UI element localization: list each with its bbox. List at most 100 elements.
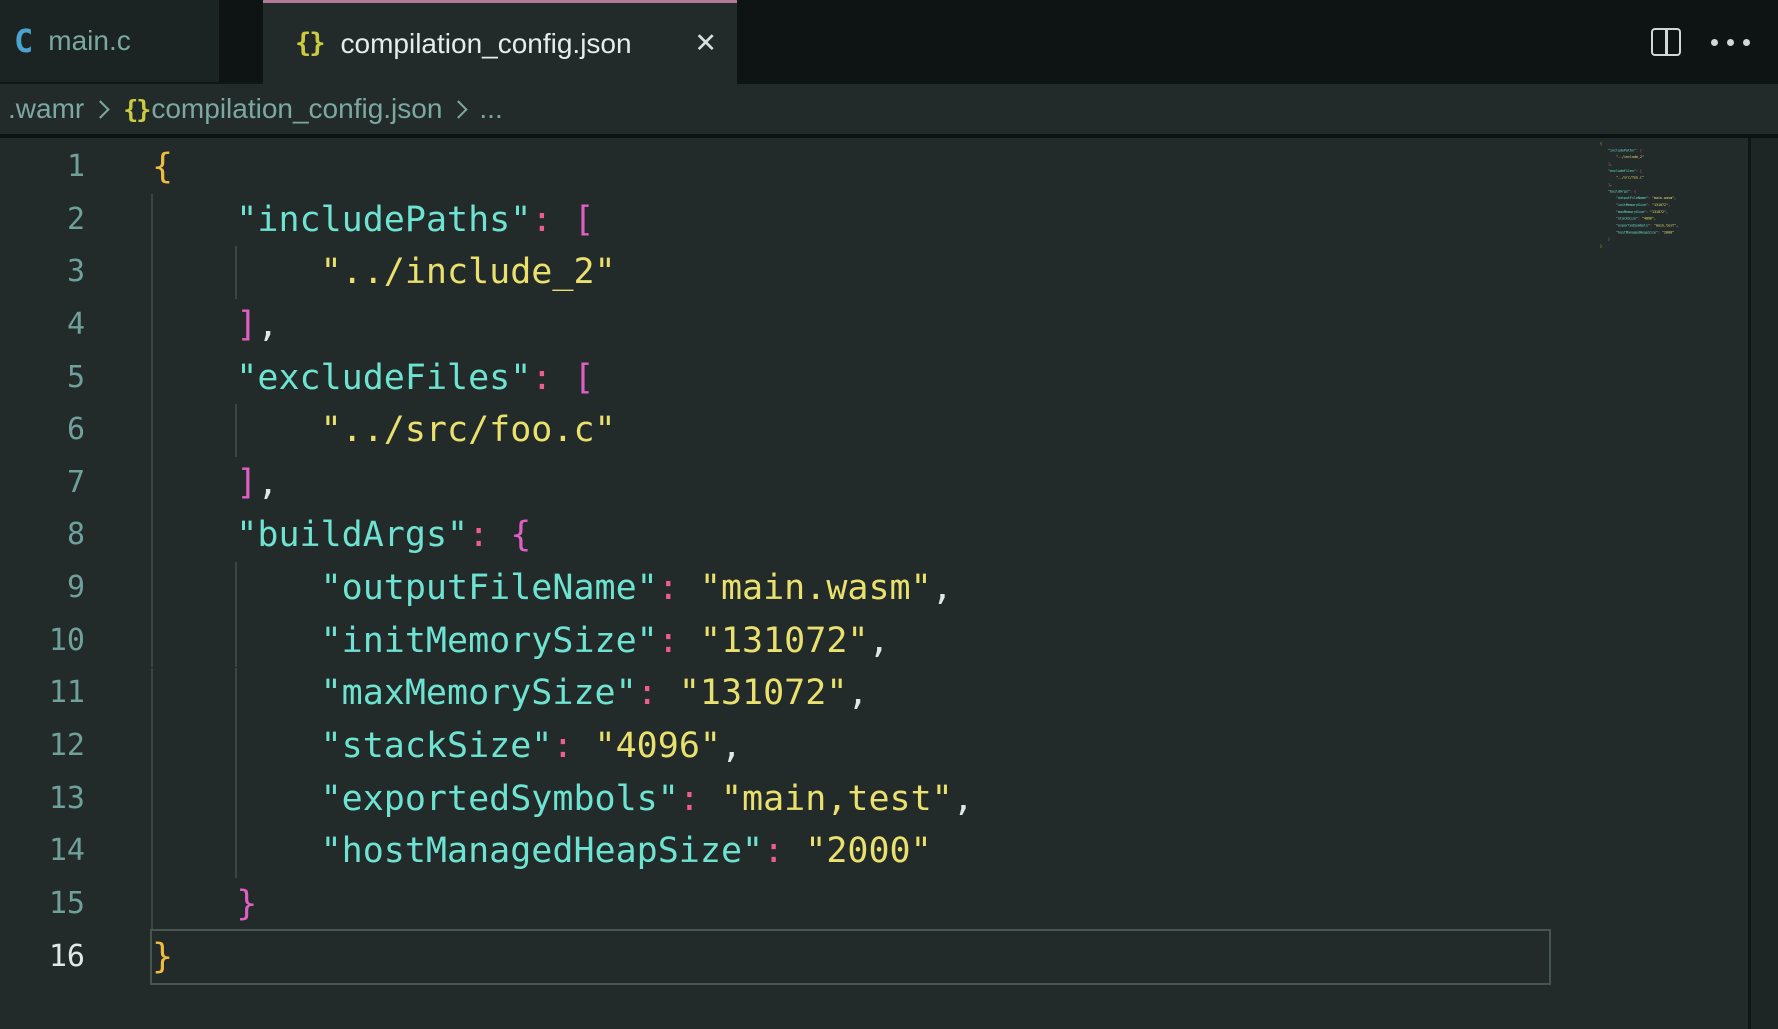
token-key: "outputFileName" [321,568,658,608]
token-ws [1600,217,1616,221]
token-key: "stackSize" [321,726,553,766]
token-b1: } [1600,244,1602,248]
minimap-line: "initMemorySize": "131072", [1600,202,1678,209]
code-line[interactable]: "outputFileName": "main.wasm", [152,562,974,615]
token-ws [152,410,321,450]
minimap-line: "exportedSymbols": "main,test", [1600,222,1678,229]
token-colon: : [531,200,552,240]
breadcrumb-more[interactable]: ... [479,93,502,125]
token-ws [1600,189,1608,193]
token-comma: , [1674,196,1676,200]
token-colon: : [679,779,700,819]
code-line[interactable]: ], [152,299,974,352]
token-key: "hostManagedHeapSize" [321,831,764,871]
token-key: "maxMemorySize" [321,673,637,713]
scrollbar[interactable] [1751,138,1778,1029]
token-comma: , [1610,183,1612,187]
token-key: "initMemorySize" [1616,203,1648,207]
token-key: "maxMemorySize" [1616,210,1646,214]
token-str: "main.wasm" [1652,196,1674,200]
code-line[interactable]: "initMemorySize": "131072", [152,615,974,668]
token-comma: , [1610,162,1612,166]
c-file-icon: C [14,22,33,60]
tab-compilation-config-json[interactable]: {} compilation_config.json ✕ [263,0,737,84]
token-key: "hostManagedHeapSize" [1616,230,1658,234]
code-line[interactable]: } [152,878,974,931]
code-line[interactable]: } [152,931,974,984]
token-ws [1600,155,1616,159]
token-key: "excludeFiles" [1608,169,1636,173]
minimap-line: "buildArgs": { [1600,188,1678,195]
tab-main-c[interactable]: C main.c [0,0,219,84]
token-ws [489,515,510,555]
minimap-line: "../src/foo.c" [1600,174,1678,181]
code-line[interactable]: "stackSize": "4096", [152,720,974,773]
token-str: "main,test" [1654,224,1676,228]
code-line[interactable]: "../src/foo.c" [152,404,974,457]
token-ws [152,673,321,713]
json-file-icon: {} [295,28,324,59]
token-comma: , [1666,210,1668,214]
line-number: 2 [0,194,85,247]
token-str: "131072" [679,673,848,713]
token-colon: : [468,515,489,555]
token-ws [658,673,679,713]
code-line[interactable]: "maxMemorySize": "131072", [152,667,974,720]
token-comma: , [1654,217,1656,221]
token-key: "outputFileName" [1616,196,1648,200]
code-area[interactable]: { "includePaths": [ "../include_2" ], "e… [152,141,974,983]
token-b2: [ [573,200,594,240]
minimap-line: { [1600,140,1678,147]
token-str: "131072" [1650,210,1666,214]
token-ws [1600,203,1616,207]
line-number: 14 [0,825,85,878]
code-line[interactable]: "includePaths": [ [152,194,974,247]
code-line[interactable]: "hostManagedHeapSize": "2000" [152,825,974,878]
token-str: "131072" [1652,203,1668,207]
token-ws [1600,237,1608,241]
close-tab-icon[interactable]: ✕ [694,30,717,57]
minimap[interactable]: { "includePaths": [ "../include_2" ], "e… [1600,140,1678,249]
line-number: 1 [0,141,85,194]
token-comma: , [1668,203,1670,207]
token-str: "main.wasm" [700,568,932,608]
token-ws [552,200,573,240]
more-actions-icon[interactable] [1711,39,1750,46]
line-number: 15 [0,878,85,931]
token-key: "initMemorySize" [321,621,658,661]
editor-pane[interactable]: 12345678910111213141516 { "includePaths"… [0,138,1778,1029]
token-str: "131072" [700,621,869,661]
token-ws [152,884,236,924]
token-str: "4096" [595,726,721,766]
minimap-line: "stackSize": "4096", [1600,215,1678,222]
token-ws [152,463,236,503]
token-key: "exportedSymbols" [321,779,679,819]
token-b2: { [1634,189,1636,193]
token-comma: , [721,726,742,766]
minimap-line: ], [1600,161,1678,168]
split-editor-icon[interactable] [1651,28,1681,56]
breadcrumb-file[interactable]: compilation_config.json [151,93,442,125]
token-ws [152,568,321,608]
line-number: 16 [0,931,85,984]
tab-label: compilation_config.json [341,28,632,60]
code-line[interactable]: "excludeFiles": [ [152,352,974,405]
line-number: 12 [0,720,85,773]
tab-bar-actions [1651,0,1778,84]
code-line[interactable]: "../include_2" [152,246,974,299]
token-colon: : [552,726,573,766]
token-b2: [ [1640,148,1642,152]
code-line[interactable]: { [152,141,974,194]
code-line[interactable]: "exportedSymbols": "main,test", [152,773,974,826]
token-colon: : [658,621,679,661]
token-ws [552,358,573,398]
token-comma: , [953,779,974,819]
code-line[interactable]: ], [152,457,974,510]
breadcrumb-folder[interactable]: .wamr [8,93,84,125]
chevron-right-icon [92,100,110,118]
line-number: 7 [0,457,85,510]
code-line[interactable]: "buildArgs": { [152,509,974,562]
minimap-line: "../include_2" [1600,154,1678,161]
line-number: 11 [0,667,85,720]
token-colon: : [658,568,679,608]
